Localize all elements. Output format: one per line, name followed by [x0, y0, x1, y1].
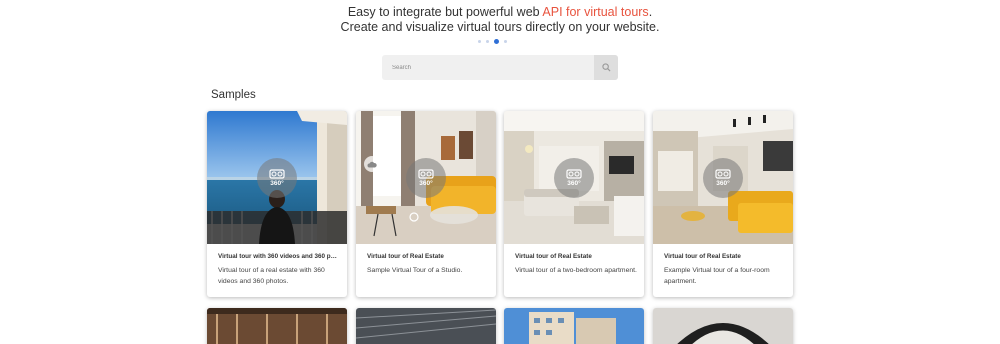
360-badge[interactable]: 360°: [406, 158, 446, 198]
search-input[interactable]: [382, 55, 594, 80]
vr-headset-icon: [418, 169, 434, 179]
vr-headset-icon: [269, 169, 285, 179]
sample-card-partial[interactable]: [207, 308, 347, 344]
hero-line-1-text: Easy to integrate but powerful web: [347, 5, 543, 19]
card-description: Virtual tour of a two-bedroom apartment.: [515, 267, 637, 274]
360-label: 360°: [716, 180, 730, 187]
api-link[interactable]: API for virtual tours: [542, 5, 648, 19]
vr-headset-icon: [715, 169, 731, 179]
carousel-dot[interactable]: [486, 39, 489, 43]
card-title: Virtual tour of Real Estate: [367, 253, 444, 260]
cloud-icon-button[interactable]: [364, 156, 380, 172]
carousel-dot[interactable]: [478, 39, 481, 43]
sample-card[interactable]: 360° Virtual tour with 360 videos and 36…: [207, 111, 347, 297]
360-badge[interactable]: 360°: [554, 158, 594, 198]
sample-card-partial[interactable]: [653, 308, 793, 344]
search-button[interactable]: [594, 55, 618, 80]
360-badge[interactable]: 360°: [703, 158, 743, 198]
360-badge[interactable]: 360°: [257, 158, 297, 198]
sample-card-partial[interactable]: [356, 308, 496, 344]
vr-headset-icon: [566, 169, 582, 179]
carousel-dots: [478, 38, 512, 44]
card-thumbnail: 360°: [207, 111, 347, 244]
section-title: Samples: [211, 89, 256, 101]
hero: Easy to integrate but powerful web API f…: [0, 5, 1000, 35]
card-thumbnail: 360°: [653, 111, 793, 244]
carousel-dot[interactable]: [504, 39, 507, 43]
360-label: 360°: [270, 180, 284, 187]
card-thumbnail: 360°: [356, 111, 496, 244]
sample-card[interactable]: 360° Virtual tour of Real Estate Virtual…: [504, 111, 644, 297]
card-title: Virtual tour of Real Estate: [515, 253, 592, 260]
hero-line-2: Create and visualize virtual tours direc…: [340, 20, 660, 34]
360-label: 360°: [567, 180, 581, 187]
360-label: 360°: [419, 180, 433, 187]
hero-line-1: Easy to integrate but powerful web API f…: [0, 5, 1000, 20]
sample-card[interactable]: 360° Virtual tour of Real Estate Sample …: [356, 111, 496, 297]
carousel-dot-active[interactable]: [494, 38, 499, 44]
sample-card[interactable]: 360° Virtual tour of Real Estate Example…: [653, 111, 793, 297]
sample-card-partial[interactable]: [504, 308, 644, 344]
card-title: Virtual tour of Real Estate: [664, 253, 741, 260]
search-icon: [601, 63, 611, 72]
cloud-icon: [367, 161, 377, 167]
card-description: Example Virtual tour of a four-room apar…: [664, 267, 770, 285]
hero-line-1-period: .: [648, 5, 653, 19]
card-thumbnail: 360°: [504, 111, 644, 244]
card-title: Virtual tour with 360 videos and 360 pho…: [218, 253, 340, 260]
card-description: Sample Virtual Tour of a Studio.: [367, 267, 463, 274]
card-description: Virtual tour of a real estate with 360 v…: [218, 267, 325, 285]
search-bar: [382, 55, 618, 80]
